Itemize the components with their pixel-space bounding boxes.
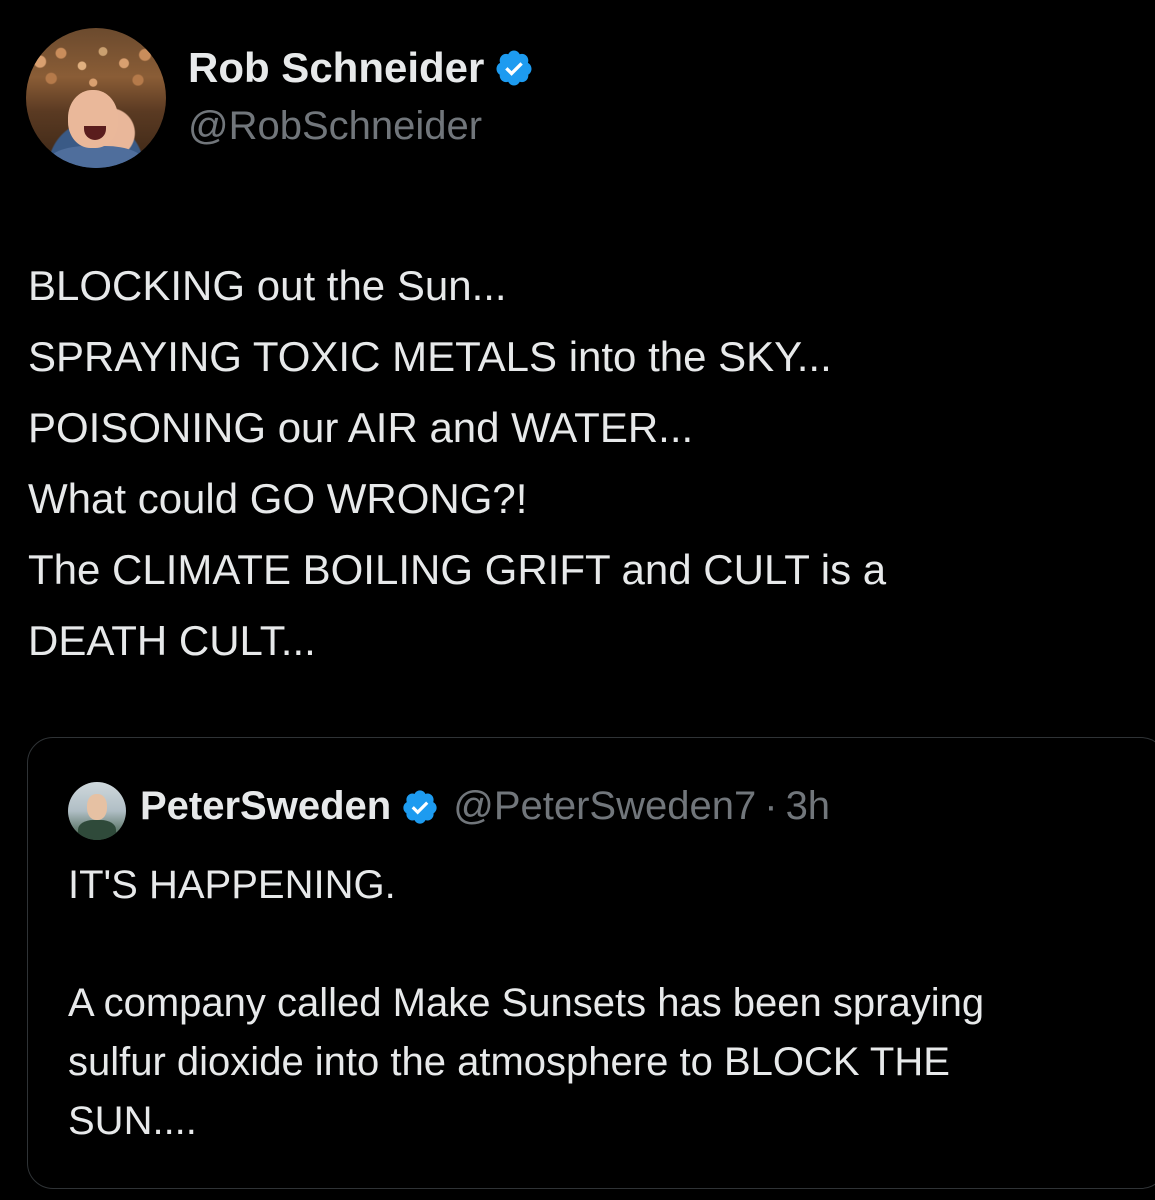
author-name-row[interactable]: Rob Schneider bbox=[188, 44, 534, 92]
avatar-shirt bbox=[48, 146, 144, 168]
tweet-body-line: DEATH CULT... bbox=[28, 617, 316, 664]
tweet-body-line: SPRAYING TOXIC METALS into the SKY... bbox=[28, 333, 832, 380]
quoted-tweet-header: PeterSweden @PeterSweden7 · 3h bbox=[140, 784, 830, 829]
author-avatar[interactable] bbox=[26, 28, 166, 168]
quoted-author-name[interactable]: PeterSweden bbox=[140, 784, 391, 829]
separator-dot: · bbox=[764, 784, 778, 828]
quoted-tweet-blank-line bbox=[68, 915, 1148, 974]
tweet-body-line: POISONING our AIR and WATER... bbox=[28, 404, 694, 451]
quoted-avatar-face bbox=[87, 794, 107, 820]
author-name[interactable]: Rob Schneider bbox=[188, 44, 484, 92]
tweet-body-line: The CLIMATE BOILING GRIFT and CULT is a bbox=[28, 546, 887, 593]
quoted-tweet-line: A company called Make Sunsets has been s… bbox=[68, 981, 985, 1025]
tweet-body-line: What could GO WRONG?! bbox=[28, 475, 528, 522]
tweet-body-line: BLOCKING out the Sun... bbox=[28, 262, 507, 309]
quoted-avatar-body bbox=[78, 820, 116, 840]
verified-badge-icon bbox=[496, 50, 532, 86]
tweet-body: BLOCKING out the Sun... SPRAYING TOXIC M… bbox=[28, 250, 1128, 676]
author-handle[interactable]: @RobSchneider bbox=[188, 104, 482, 149]
quoted-tweet-line: sulfur dioxide into the atmosphere to BL… bbox=[68, 1040, 950, 1084]
quoted-tweet-time[interactable]: 3h bbox=[786, 784, 831, 829]
quoted-author-avatar[interactable] bbox=[68, 782, 126, 840]
quoted-author-handle[interactable]: @PeterSweden7 bbox=[453, 784, 756, 829]
tweet: Rob Schneider @RobSchneider BLOCKING out… bbox=[0, 0, 1155, 1200]
quoted-tweet-line: SUN.... bbox=[68, 1099, 197, 1143]
quoted-tweet-body: IT'S HAPPENING. A company called Make Su… bbox=[68, 856, 1148, 1151]
quoted-tweet-line: IT'S HAPPENING. bbox=[68, 863, 396, 907]
verified-badge-icon bbox=[403, 789, 437, 824]
quoted-tweet-card[interactable]: PeterSweden @PeterSweden7 · 3h IT'S HAPP… bbox=[27, 737, 1155, 1189]
